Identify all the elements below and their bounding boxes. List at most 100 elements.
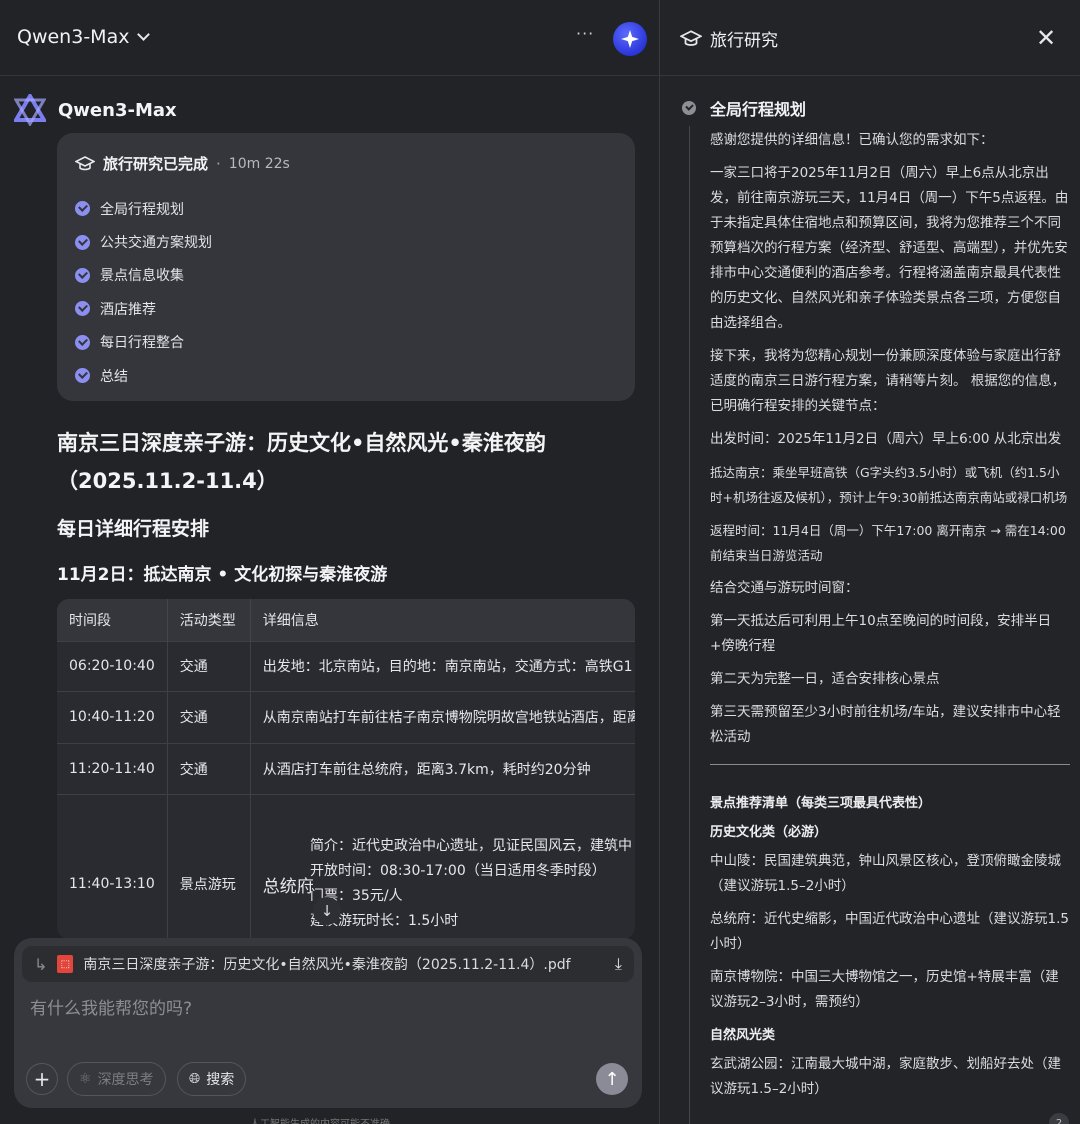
column-header: 时间段 (57, 599, 168, 641)
window-item: 第二天为完整一日，适合安排核心景点 (710, 671, 940, 687)
panel-content: 感谢您提供的详细信息！已确认您的需求如下： 一家三口将于2025年11月2日（周… (710, 128, 1070, 1110)
step-label: 总结 (100, 368, 128, 385)
status-title-row: 旅行研究已完成 · 10m 22s (75, 153, 617, 174)
step-item: 景点信息收集 (75, 259, 617, 292)
check-icon (75, 234, 90, 250)
deep-think-button[interactable]: ⚛ 深度思考 (67, 1062, 166, 1096)
pdf-icon: ⬚ (57, 955, 74, 973)
attraction-item: 中山陵：民国建筑典范，钟山风景区核心，登顶俯瞰金陵城（建议游玩1.5–2小时） (710, 853, 1061, 894)
check-icon (75, 334, 90, 350)
more-options-icon[interactable]: ··· (576, 24, 594, 43)
arrival-text: 抵达南京：乘坐早班高铁（G字头约3.5小时）或飞机（约1.5小时+机场往返及候机… (710, 465, 1068, 505)
attraction-item: 玄武湖公园：江南最大城中湖，家庭散步、划船好去处（建议游玩1.5–2小时） (710, 1056, 1061, 1097)
status-title: 旅行研究已完成 (103, 155, 209, 173)
attraction-detail: 简介：近代史政治中心遗址，见证民国风云，建筑中 开放时间：08:30-17:00… (310, 834, 632, 934)
send-button[interactable]: ↑ (596, 1063, 628, 1095)
paragraph: 出发时间：2025年11月2日（周六）早上6:00 从北京出发 (710, 431, 1062, 447)
section-header: 全局行程规划 (682, 96, 806, 120)
chat-header: Qwen3-Max ··· (0, 0, 658, 76)
check-icon (75, 301, 90, 317)
separator: · (216, 154, 221, 173)
add-button[interactable]: + (26, 1063, 58, 1095)
attachment-name: 南京三日深度亲子游：历史文化•自然风光•秦淮夜韵（2025.11.2-11.4）… (83, 957, 571, 973)
search-button[interactable]: 🌐︎ 搜索 (177, 1062, 247, 1096)
category-title: 历史文化类（必游） (710, 825, 828, 840)
section-title: 全局行程规划 (710, 100, 807, 119)
download-icon[interactable]: ⤓ (615, 954, 622, 974)
qwen-logo-icon (12, 92, 48, 127)
detail-line: 建议游玩时长：1.5小时 (310, 913, 459, 929)
table-header-row: 时间段 活动类型 详细信息 (57, 599, 635, 641)
detail-line: 简介：近代史政治中心遗址，见证民国风云，建筑中 (310, 838, 632, 854)
arrow-down-icon: ↓ (320, 902, 334, 920)
detail-line: 开放时间：08:30-17:00（当日适用冬季时段） (310, 863, 606, 879)
paragraph: 一家三口将于2025年11月2日（周六）早上6点从北京出发，前往南京游玩三天，1… (710, 165, 1069, 331)
attraction-item: 南京博物院：中国三大博物馆之一，历史馆+特展丰富（建议游玩2–3小时，需预约） (710, 969, 1059, 1010)
scroll-down-button[interactable]: ↓ (313, 897, 341, 925)
table-row: 10:40-11:20 交通 从南京南站打车前往桔子南京博物院明故宫地铁站酒店，… (57, 690, 635, 743)
itinerary-table-container[interactable]: 时间段 活动类型 详细信息 06:20-10:40 交通 出发地：北京南站，目的… (57, 599, 635, 939)
page-badge[interactable]: 2 (1049, 1113, 1069, 1124)
chat-input-box: ↳ ⬚ 南京三日深度亲子游：历史文化•自然风光•秦淮夜韵（2025.11.2-1… (14, 938, 642, 1108)
document-title: 南京三日深度亲子游：历史文化•自然风光•秦淮夜韵（2025.11.2-11.4） (57, 431, 546, 493)
step-item: 每日行程整合 (75, 326, 617, 359)
duration: 10m 22s (228, 155, 290, 172)
table-cell: 11:20-11:40 (57, 742, 168, 794)
table-cell: 交通 (167, 690, 251, 743)
table-cell: 10:40-11:20 (57, 690, 168, 743)
check-icon (75, 267, 90, 283)
disclaimer: 人工智能生成的内容可能不准确 (250, 1115, 390, 1124)
column-header: 详细信息 (250, 599, 635, 641)
panel-header: 旅行研究 ✕ (660, 0, 1080, 76)
paragraph: 接下来，我将为您精心规划一份兼顾深度体验与家庭出行舒适度的南京三日游行程方案，请… (710, 348, 1066, 414)
table-cell: 景点游玩 (167, 793, 251, 939)
bot-header: Qwen3-Max (12, 92, 177, 127)
step-item: 公共交通方案规划 (75, 225, 617, 258)
attraction-item: 总统府：近代史缩影，中国近代政治中心遗址（建议游玩1.5小时） (710, 911, 1069, 952)
table-row: 11:20-11:40 交通 从酒店打车前往总统府，距离3.7km，耗时约20分… (57, 742, 635, 794)
sparkle-icon (621, 30, 639, 48)
recommend-title: 景点推荐清单（每类三项最具代表性） (710, 796, 932, 811)
timeline-line (689, 126, 690, 1124)
check-icon (75, 368, 90, 384)
detail-line: 门票：35元/人 (310, 888, 403, 904)
step-list: 全局行程规划 公共交通方案规划 景点信息收集 酒店推荐 每日行程整合 总结 (75, 192, 617, 392)
table-cell: 06:20-10:40 (57, 640, 168, 691)
chevron-down-icon (137, 28, 151, 41)
atom-icon: ⚛ (79, 1071, 92, 1087)
table-row: 06:20-10:40 交通 出发地：北京南站，目的地：南京南站，交通方式：高铁… (57, 640, 635, 691)
step-label: 景点信息收集 (100, 268, 184, 285)
attachment-chip[interactable]: ↳ ⬚ 南京三日深度亲子游：历史文化•自然风光•秦淮夜韵（2025.11.2-1… (22, 946, 634, 982)
step-item: 全局行程规划 (75, 192, 617, 225)
table-cell: 11:40-13:10 (57, 793, 168, 939)
close-icon[interactable]: ✕ (1036, 24, 1056, 52)
paragraph: 感谢您提供的详细信息！已确认您的需求如下： (710, 132, 994, 148)
table-cell: 从南京南站打车前往桔子南京博物院明故宫地铁站酒店，距离 (250, 690, 635, 743)
research-status-card[interactable]: 旅行研究已完成 · 10m 22s 全局行程规划 公共交通方案规划 景点信息收集… (57, 133, 635, 401)
chat-pane: Qwen3-Max ··· Qwen3-Max 旅行研究已完成 · 10m 22… (0, 0, 658, 1124)
step-label: 酒店推荐 (100, 301, 156, 318)
arrow-up-icon: ↑ (604, 1068, 620, 1090)
window-item: 第一天抵达后可利用上午10点至晚间的时间段，安排半日+傍晚行程 (710, 613, 1052, 654)
step-label: 全局行程规划 (100, 201, 184, 218)
graduation-cap-icon (680, 29, 702, 46)
deep-think-label: 深度思考 (97, 1072, 154, 1088)
globe-icon: 🌐︎ (189, 1071, 201, 1087)
search-label: 搜索 (206, 1072, 235, 1088)
step-item: 总结 (75, 359, 617, 392)
table-cell: 出发地：北京南站，目的地：南京南站，交通方式：高铁G1 (250, 640, 635, 691)
reply-arrow-icon: ↳ (34, 954, 48, 974)
table-cell: 交通 (167, 640, 251, 691)
window-title: 结合交通与游玩时间窗： (710, 580, 859, 596)
message-input[interactable]: 有什么我能帮您的吗? (30, 994, 192, 1019)
window-item: 第三天需预留至少3小时前往机场/车站，建议安排市中心轻松活动 (710, 704, 1061, 745)
model-selector[interactable]: Qwen3-Max (17, 26, 151, 48)
section-heading: 每日详细行程安排 (57, 518, 210, 540)
check-icon (682, 101, 696, 115)
table-cell: 从酒店打车前往总统府，距离3.7km，耗时约20分钟 (250, 742, 635, 794)
category-title: 自然风光类 (710, 1028, 776, 1043)
table-cell: 交通 (167, 742, 251, 794)
plus-icon: + (33, 1067, 51, 1091)
avatar[interactable] (613, 22, 647, 56)
research-panel: 旅行研究 ✕ 全局行程规划 感谢您提供的详细信息！已确认您的需求如下： 一家三口… (659, 0, 1080, 1124)
